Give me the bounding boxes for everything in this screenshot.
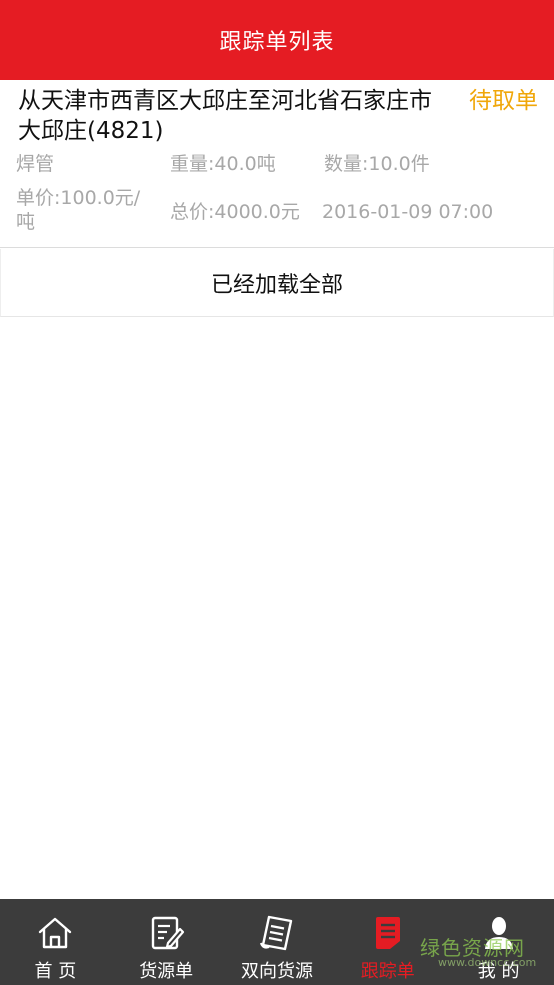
order-route: 从天津市西青区大邱庄至河北省石家庄市大邱庄(4821) [18, 88, 432, 144]
order-weight: 重量:40.0吨 [170, 153, 276, 175]
list-document-icon [259, 915, 293, 951]
tab-label: 货源单 [139, 961, 194, 982]
order-unit-price: 单价:100.0元/吨 [16, 187, 141, 233]
load-all-indicator: 已经加载全部 [0, 249, 554, 317]
tab-cargo-orders[interactable]: 货源单 [111, 899, 222, 985]
tab-home[interactable]: 首 页 [0, 899, 111, 985]
tab-label: 我 的 [477, 961, 520, 982]
page-title: 跟踪单列表 [219, 30, 335, 55]
tab-two-way-cargo[interactable]: 双向货源 [222, 899, 333, 985]
order-goods: 焊管 [16, 153, 55, 175]
order-card[interactable]: 从天津市西青区大邱庄至河北省石家庄市大邱庄(4821) 待取单 焊管 重量:40… [0, 80, 554, 248]
tab-label: 双向货源 [240, 961, 313, 982]
status-badge: 待取单 [469, 88, 538, 114]
order-datetime: 2016-01-09 07:00 [322, 201, 494, 223]
order-count: 数量:10.0件 [324, 153, 430, 175]
page-header: 跟踪单列表 [0, 0, 554, 80]
bottom-tab-bar: 首 页 货源单 双向货源 跟踪单 我 的 [0, 899, 554, 985]
order-total-price: 总价:4000.0元 [170, 201, 300, 223]
user-icon [484, 917, 513, 949]
home-icon [39, 917, 72, 949]
tab-mine[interactable]: 我 的 [443, 899, 554, 985]
tab-label: 首 页 [34, 961, 77, 982]
tracking-document-icon [375, 917, 400, 949]
edit-document-icon [151, 916, 185, 950]
load-all-text: 已经加载全部 [210, 272, 343, 298]
tab-label: 跟踪单 [360, 961, 415, 982]
tab-tracking-orders[interactable]: 跟踪单 [332, 899, 443, 985]
